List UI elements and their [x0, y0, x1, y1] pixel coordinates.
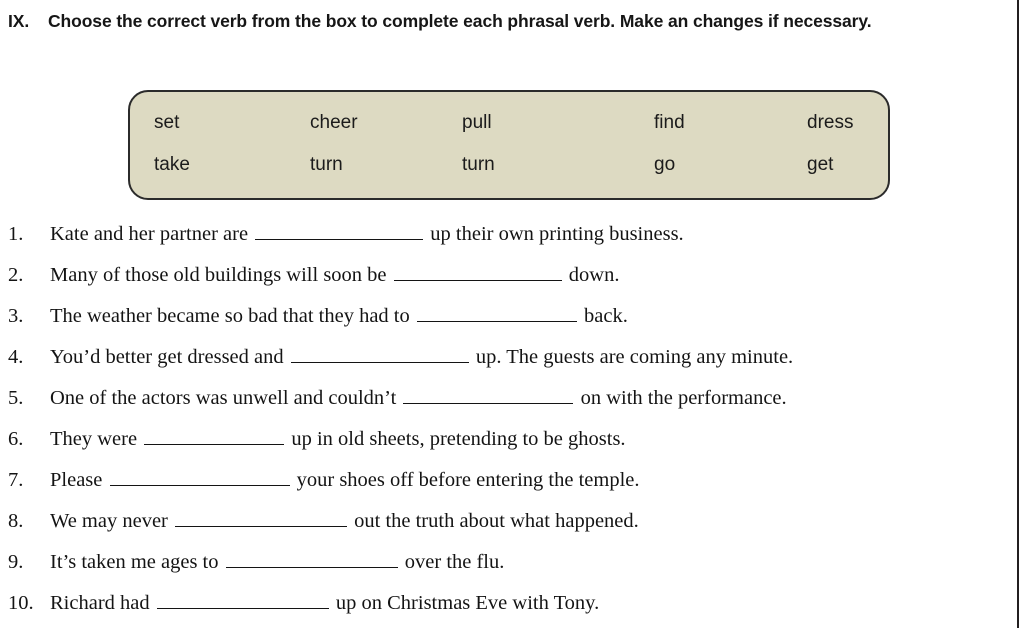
question-item: 5. One of the actors was unwell and could…: [8, 378, 1013, 419]
question-number: 4.: [8, 346, 24, 368]
question-number: 3.: [8, 305, 24, 327]
word-bank-item[interactable]: find: [654, 110, 685, 136]
answer-blank[interactable]: [109, 466, 290, 486]
exercise-heading: IX. Choose the correct verb from the box…: [8, 6, 1013, 36]
question-text-after-blank: back.: [584, 305, 628, 327]
question-item: 4. You’d better get dressed and up. The g…: [8, 337, 1013, 378]
question-body: It’s taken me ages to over the flu.: [50, 542, 1013, 583]
question-text-before-blank: You’d better get dressed and: [50, 346, 284, 368]
question-text-before-blank: We may never: [50, 510, 168, 532]
question-text-after-blank: out the truth about what happened.: [354, 510, 639, 532]
word-bank-item[interactable]: turn: [462, 152, 495, 178]
question-body: We may never out the truth about what ha…: [50, 501, 1013, 542]
question-text-after-blank: on with the performance.: [580, 387, 787, 409]
question-text-before-blank: It’s taken me ages to: [50, 551, 219, 573]
question-number: 1.: [8, 223, 24, 245]
answer-blank[interactable]: [393, 261, 562, 281]
question-number: 9.: [8, 551, 24, 573]
word-bank-item[interactable]: turn: [310, 152, 343, 178]
question-text-after-blank: up. The guests are coming any minute.: [475, 346, 794, 368]
word-bank-item[interactable]: cheer: [310, 110, 358, 136]
word-bank-item[interactable]: take: [154, 152, 190, 178]
word-bank-item[interactable]: set: [154, 110, 179, 136]
question-item: 9. It’s taken me ages to over the flu.: [8, 542, 1013, 583]
question-text-before-blank: Richard had: [50, 592, 150, 614]
answer-blank[interactable]: [144, 425, 285, 445]
question-body: They were up in old sheets, pretending t…: [50, 419, 1013, 460]
word-bank-item[interactable]: get: [807, 152, 833, 178]
question-number: 6.: [8, 428, 24, 450]
question-text-before-blank: The weather became so bad that they had …: [50, 305, 410, 327]
question-list: 1. Kate and her partner are up their own …: [8, 214, 1013, 624]
question-text-before-blank: Many of those old buildings will soon be: [50, 264, 387, 286]
exercise-instruction: Choose the correct verb from the box to …: [48, 11, 872, 31]
question-number: 2.: [8, 264, 24, 286]
word-bank-row: set cheer pull find dress: [130, 110, 888, 152]
question-item: 3. The weather became so bad that they ha…: [8, 296, 1013, 337]
question-item: 1. Kate and her partner are up their own …: [8, 214, 1013, 255]
word-bank-box: set cheer pull find dress take turn turn…: [128, 90, 890, 200]
answer-blank[interactable]: [225, 548, 398, 568]
question-body: Please your shoes off before entering th…: [50, 460, 1013, 501]
worksheet-page: IX. Choose the correct verb from the box…: [0, 0, 1019, 628]
answer-blank[interactable]: [416, 302, 577, 322]
question-number: 8.: [8, 510, 24, 532]
word-bank-item[interactable]: go: [654, 152, 675, 178]
question-text-after-blank: up on Christmas Eve with Tony.: [335, 592, 600, 614]
question-text-before-blank: One of the actors was unwell and couldn’…: [50, 387, 397, 409]
question-number: 7.: [8, 469, 24, 491]
exercise-number: IX.: [8, 11, 30, 31]
question-item: 2. Many of those old buildings will soon …: [8, 255, 1013, 296]
answer-blank[interactable]: [175, 507, 347, 527]
question-body: Many of those old buildings will soon be…: [50, 255, 1013, 296]
answer-blank[interactable]: [290, 343, 469, 363]
question-text-before-blank: Kate and her partner are: [50, 223, 249, 245]
question-text-before-blank: They were: [50, 428, 138, 450]
question-text-before-blank: Please: [50, 469, 103, 491]
question-item: 7. Please your shoes off before entering …: [8, 460, 1013, 501]
word-bank-item[interactable]: pull: [462, 110, 492, 136]
answer-blank[interactable]: [255, 220, 424, 240]
question-body: One of the actors was unwell and couldn’…: [50, 378, 1013, 419]
question-text-after-blank: up their own printing business.: [430, 223, 684, 245]
question-body: Richard had up on Christmas Eve with Ton…: [50, 583, 1013, 624]
question-text-after-blank: down.: [568, 264, 620, 286]
question-text-after-blank: over the flu.: [404, 551, 505, 573]
question-text-after-blank: up in old sheets, pretending to be ghost…: [291, 428, 626, 450]
word-bank-item[interactable]: dress: [807, 110, 853, 136]
question-text-after-blank: your shoes off before entering the templ…: [296, 469, 640, 491]
question-body: The weather became so bad that they had …: [50, 296, 1013, 337]
question-body: You’d better get dressed and up. The gue…: [50, 337, 1013, 378]
question-item: 10. Richard had up on Christmas Eve with …: [8, 583, 1013, 624]
question-item: 8. We may never out the truth about what …: [8, 501, 1013, 542]
question-item: 6. They were up in old sheets, pretending…: [8, 419, 1013, 460]
question-number: 5.: [8, 387, 24, 409]
word-bank-row: take turn turn go get: [130, 152, 888, 194]
question-body: Kate and her partner are up their own pr…: [50, 214, 1013, 255]
question-number: 10.: [8, 592, 34, 614]
answer-blank[interactable]: [156, 589, 329, 609]
answer-blank[interactable]: [403, 384, 574, 404]
